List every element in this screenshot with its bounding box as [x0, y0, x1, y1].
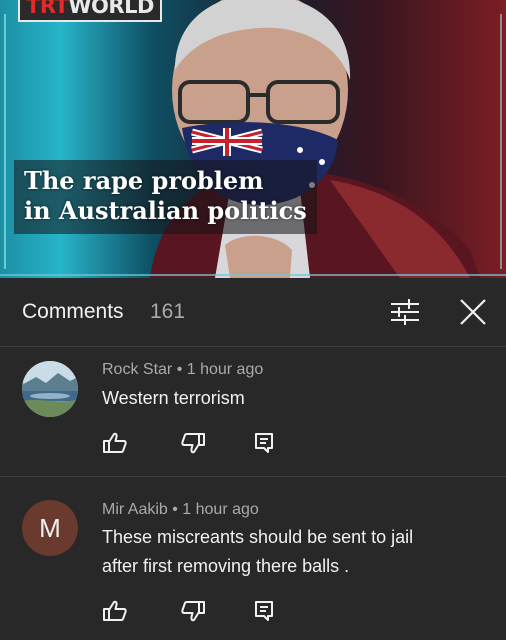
- reply-button[interactable]: [252, 599, 278, 623]
- reply-icon: [255, 433, 273, 453]
- avatar-letter: M: [39, 512, 61, 543]
- comments-title: Comments: [22, 300, 124, 323]
- dislike-button[interactable]: [180, 599, 206, 623]
- frame-accent-bottom: [0, 274, 506, 276]
- reply-button[interactable]: [252, 431, 278, 455]
- sort-filter-button[interactable]: [388, 296, 422, 328]
- thumbs-up-icon: [103, 600, 127, 621]
- avatar[interactable]: M: [22, 500, 78, 556]
- comment-text-line-2: after first removing there balls .: [102, 556, 350, 576]
- comments-header: Comments 161: [0, 278, 506, 347]
- comment-text: Western terrorism: [102, 388, 245, 408]
- video-thumbnail-image: [150, 0, 480, 278]
- landscape-avatar-image: [22, 361, 78, 417]
- frame-accent-right: [500, 14, 502, 269]
- logo-world-text: WORLD: [68, 0, 154, 18]
- video-player[interactable]: TRT WORLD The rape problem in Australian…: [0, 0, 506, 278]
- comment-text-line-1: These miscreants should be sent to jail: [102, 527, 414, 547]
- channel-logo: TRT WORLD: [18, 0, 162, 22]
- like-button[interactable]: [102, 599, 128, 623]
- dislike-button[interactable]: [180, 431, 206, 455]
- frame-accent-left: [4, 14, 6, 269]
- close-icon: [460, 299, 486, 325]
- thumbs-down-icon: [181, 601, 205, 622]
- like-button[interactable]: [102, 431, 128, 455]
- headline-line-2: in Australian politics: [24, 196, 307, 225]
- comments-count: 161: [150, 300, 186, 323]
- video-headline: The rape problem in Australian politics: [14, 160, 317, 234]
- comment-item: Rock Star • 1 hour ago Western terrorism: [0, 347, 506, 477]
- comment-meta: Rock Star • 1 hour ago: [102, 361, 264, 378]
- logo-trt-text: TRT: [26, 0, 69, 18]
- thumbs-down-icon: [181, 433, 205, 454]
- comment-meta: Mir Aakib • 1 hour ago: [102, 501, 259, 518]
- comment-item: M Mir Aakib • 1 hour ago These miscreant…: [0, 477, 506, 640]
- filter-sliders-icon: [391, 299, 419, 325]
- headline-line-1: The rape problem: [24, 166, 264, 195]
- avatar[interactable]: [22, 361, 78, 417]
- close-comments-button[interactable]: [456, 296, 490, 328]
- reply-icon: [255, 601, 273, 621]
- thumbs-up-icon: [103, 432, 127, 453]
